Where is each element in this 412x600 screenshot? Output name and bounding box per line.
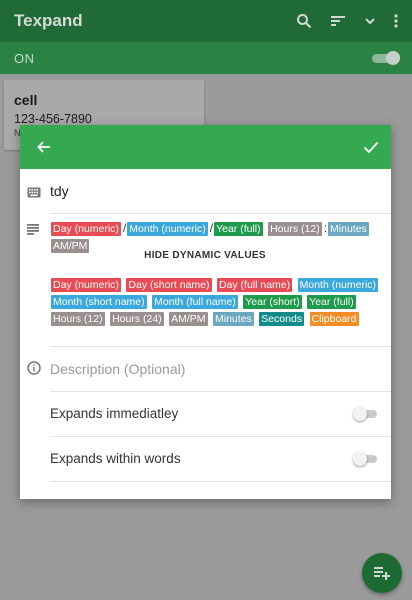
dynamic-value-chip[interactable]: Day (numeric): [51, 278, 121, 292]
dynamic-values-list: Day (numeric) Day (short name) Day (full…: [51, 278, 386, 329]
dynamic-value-chip[interactable]: Day (short name): [126, 278, 212, 292]
switch-thumb: [353, 452, 367, 466]
expands-immediately-row[interactable]: Expands immediatley: [50, 392, 391, 437]
edit-phrase-dialog: tdy Day (numeric) / Month (numeric) / Year (…: [20, 125, 391, 499]
expands-immediately-switch[interactable]: [353, 407, 379, 421]
arrow-back-icon: [37, 141, 50, 153]
switch-thumb: [386, 51, 400, 65]
dynamic-value-chip[interactable]: Hours (12): [51, 312, 105, 326]
app-title: Texpand: [14, 11, 83, 30]
dynamic-value-chip[interactable]: Year (short): [243, 295, 302, 309]
dynamic-value-chip[interactable]: AM/PM: [169, 312, 208, 326]
save-button[interactable]: [361, 137, 381, 157]
app-bar-actions: [296, 13, 398, 29]
dynamic-value-chip[interactable]: Month (full name): [152, 295, 238, 309]
dynamic-value-chip[interactable]: Hours (24): [110, 312, 164, 326]
hide-dynamic-values-button[interactable]: HIDE DYNAMIC VALUES: [50, 250, 360, 261]
app-bar: Texpand: [0, 0, 412, 42]
dynamic-value-chip[interactable]: Month (short name): [51, 295, 147, 309]
phrase-field[interactable]: Day (numeric) / Month (numeric) / Year (full…: [27, 214, 391, 347]
dynamic-value-chip[interactable]: Month (numeric): [297, 278, 379, 292]
description-input[interactable]: Description (Optional): [50, 361, 185, 377]
phrase-separator: :: [323, 221, 328, 235]
sort-icon[interactable]: [330, 14, 346, 28]
switch-thumb: [353, 407, 367, 421]
dynamic-value-chip[interactable]: Seconds: [259, 312, 305, 326]
notes-icon: [27, 222, 39, 240]
description-field[interactable]: Description (Optional): [27, 347, 391, 392]
service-status-label: ON: [14, 50, 35, 66]
phrase-token[interactable]: Year (full): [214, 222, 263, 236]
dynamic-value-chip[interactable]: Day (full name): [216, 278, 293, 292]
expands-within-words-label: Expands within words: [50, 451, 181, 466]
shortcut-field[interactable]: tdy: [27, 169, 391, 214]
search-icon[interactable]: [296, 13, 312, 29]
dynamic-value-chip[interactable]: Minutes: [213, 312, 254, 326]
back-button[interactable]: [34, 137, 54, 157]
check-icon: [363, 141, 379, 154]
dialog-header: [20, 125, 391, 169]
playlist-add-icon: [374, 567, 390, 580]
service-toggle-switch[interactable]: [370, 50, 400, 66]
phrase-separator: /: [122, 221, 127, 235]
phrase-token[interactable]: Month (numeric): [127, 222, 208, 236]
expands-within-words-switch[interactable]: [353, 452, 379, 466]
shortcut-input[interactable]: tdy: [50, 183, 69, 199]
expands-within-words-row[interactable]: Expands within words: [50, 437, 391, 482]
add-phrase-button[interactable]: [362, 553, 402, 593]
phrase-card-phrase: 123-456-7890: [14, 112, 92, 126]
phrase-card-shortcut: cell: [14, 92, 38, 108]
phrase-token[interactable]: Hours (12): [268, 222, 322, 236]
dynamic-value-chip[interactable]: Year (full): [307, 295, 356, 309]
phrase-token[interactable]: Day (numeric): [51, 222, 121, 236]
info-icon: [27, 361, 41, 380]
chevron-down-icon[interactable]: [364, 16, 376, 26]
phrase-separator: /: [209, 221, 214, 235]
phrase-token[interactable]: Minutes: [328, 222, 369, 236]
dynamic-value-chip[interactable]: Clipboard: [309, 312, 359, 326]
keyboard-icon: [27, 185, 41, 203]
service-toggle-bar: ON: [0, 42, 412, 74]
expands-immediately-label: Expands immediatley: [50, 406, 179, 421]
more-vert-icon[interactable]: [394, 14, 398, 28]
